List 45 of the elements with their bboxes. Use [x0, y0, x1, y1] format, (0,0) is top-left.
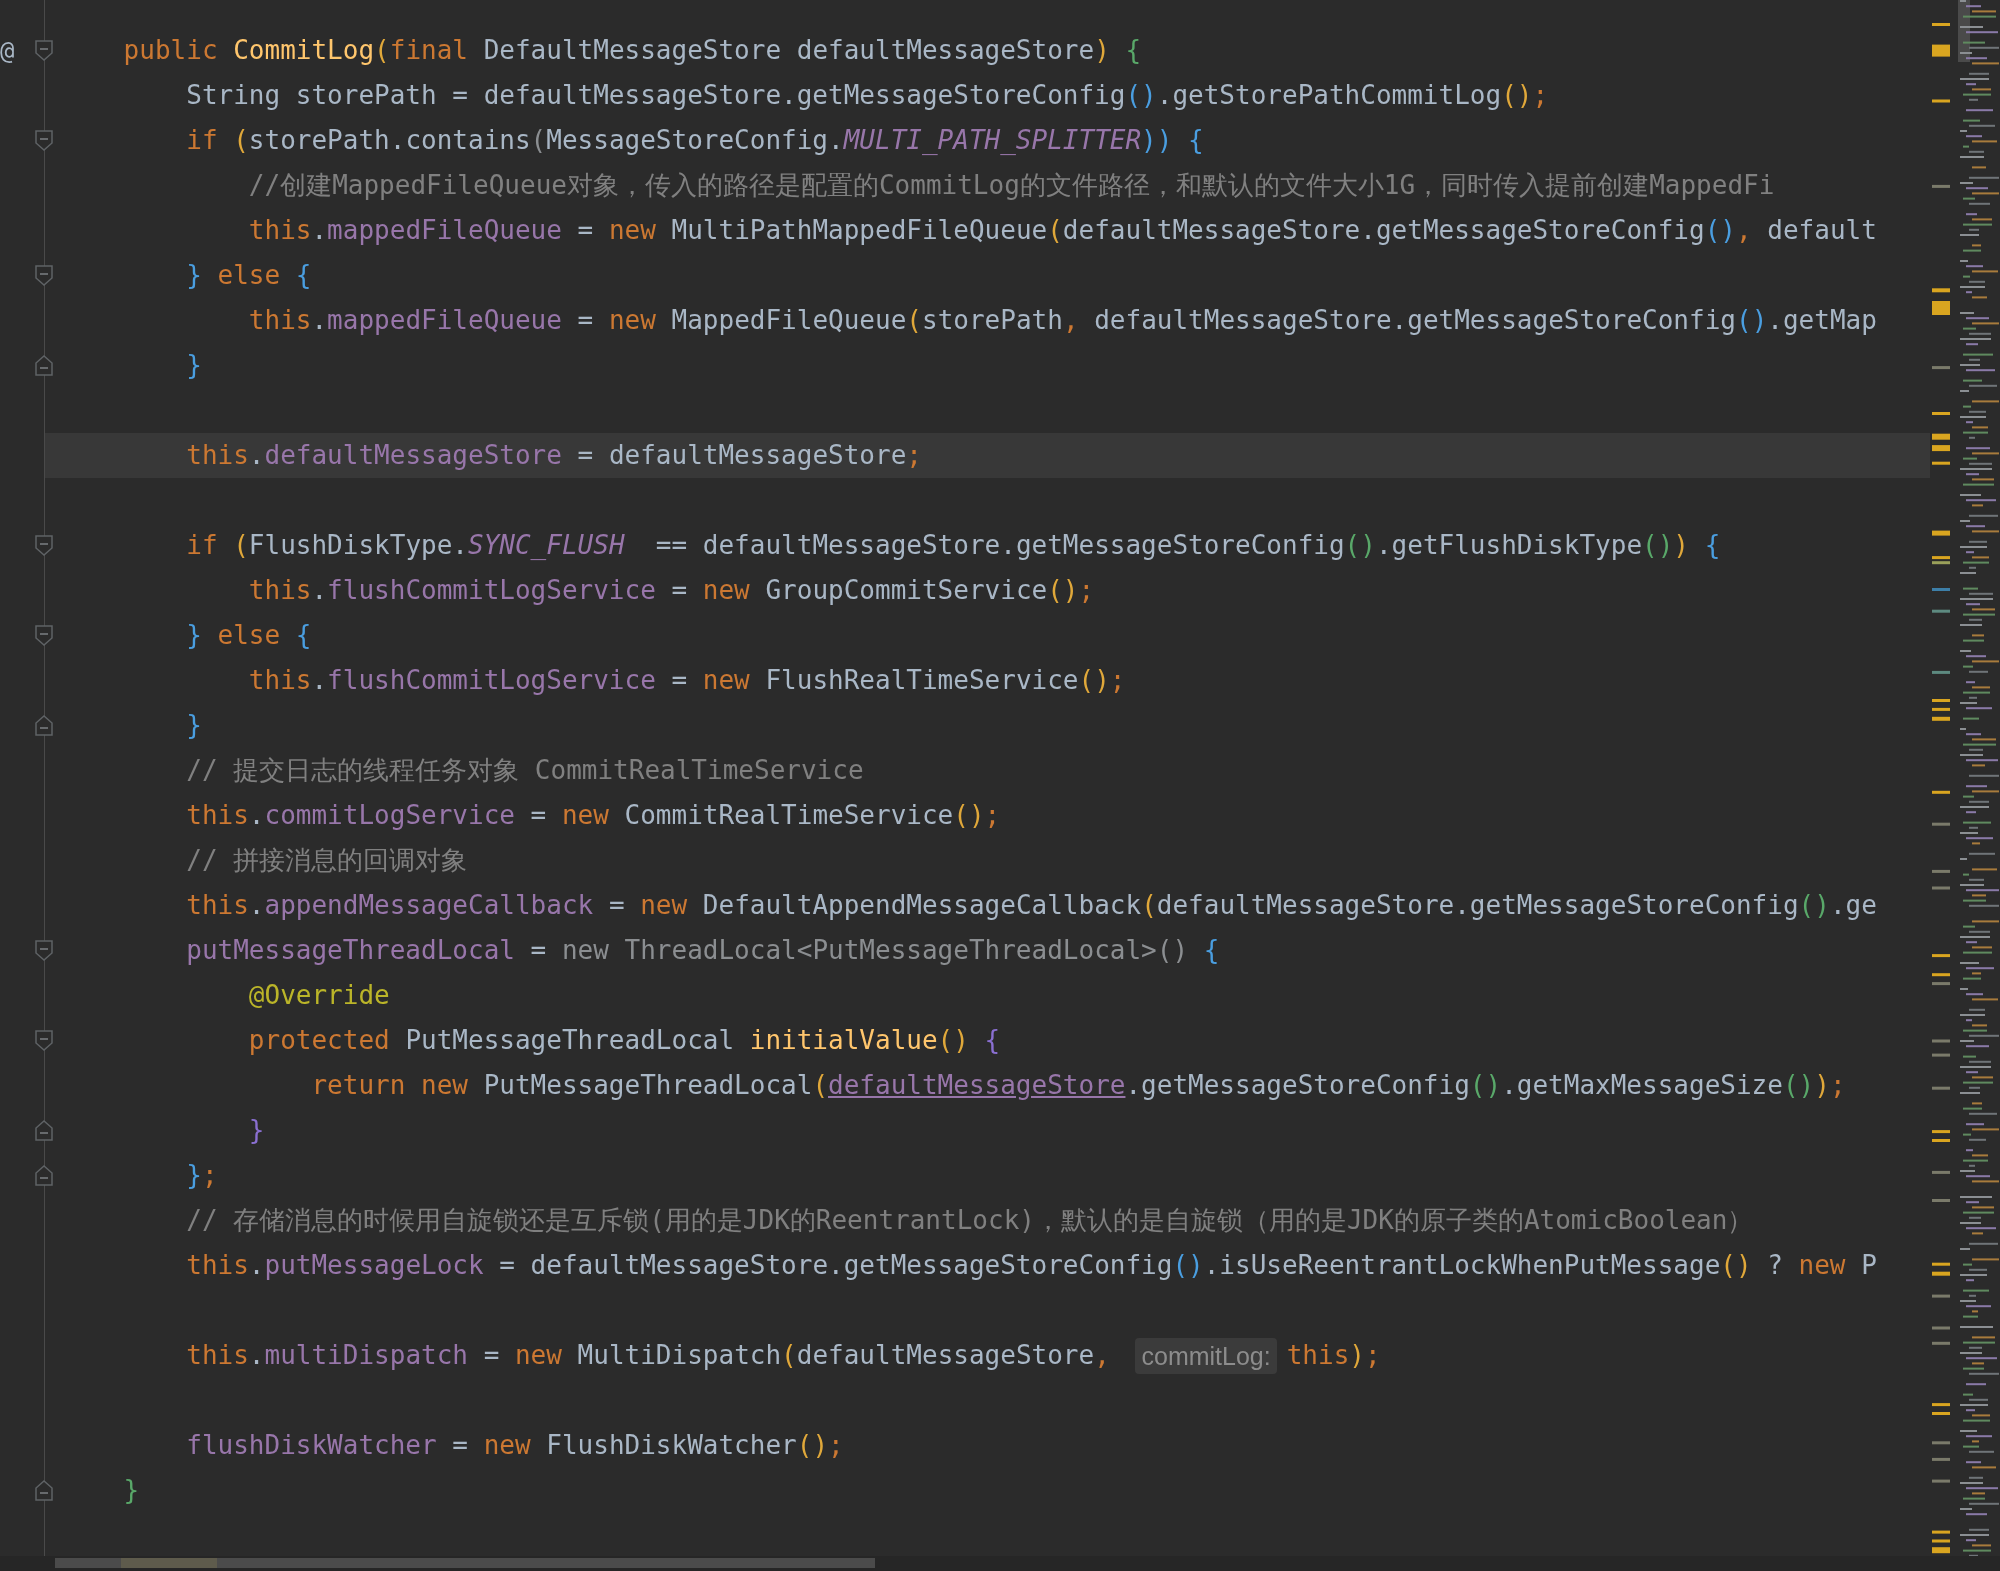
- code-text: this.mappedFileQueue = new MultiPathMappedFileQueue(defaultMessageStore.getMessageStoreConfig(), default: [247, 214, 1877, 247]
- code-text: String storePath = defaultMessageStore.getMessageStoreConfig().getStorePathCommitLog();: [185, 79, 1549, 112]
- code-text: //创建MappedFileQueue对象，传入的路径是配置的CommitLog的文件路径，和默认的文件大小1G，同时传入提前创建MappedFi: [247, 169, 1775, 202]
- code-text: } else {: [185, 259, 312, 292]
- code-text: if (FlushDiskType.SYNC_FLUSH == defaultMessageStore.getMessageStoreConfig().getFlushDiskType()) {: [185, 529, 1721, 562]
- code-text: this.putMessageLock = defaultMessageStore.getMessageStoreConfig().isUseReentrantLockWhenPutMessage() ? new P: [185, 1249, 1877, 1282]
- code-text: putMessageThreadLocal = new ThreadLocal<PutMessageThreadLocal>() {: [185, 934, 1220, 967]
- code-text: }: [122, 1474, 140, 1507]
- fold-collapse-icon[interactable]: [35, 940, 53, 961]
- fold-collapse-icon[interactable]: [35, 1030, 53, 1051]
- code-text: }: [185, 349, 202, 382]
- code-text: this.flushCommitLogService = new FlushRealTimeService();: [247, 664, 1126, 697]
- fold-collapse-icon[interactable]: [35, 40, 53, 61]
- fold-end-icon[interactable]: [35, 1480, 53, 1501]
- fold-collapse-icon[interactable]: [35, 535, 53, 556]
- code-text: // 提交日志的线程任务对象 CommitRealTimeService: [185, 754, 864, 787]
- fold-end-icon[interactable]: [35, 715, 53, 736]
- code-text: this.defaultMessageStore = defaultMessageStore;: [185, 439, 922, 472]
- code-text: @Override: [247, 979, 390, 1012]
- code-text: this.appendMessageCallback = new DefaultAppendMessageCallback(defaultMessageStore.getMessageStoreConfig().ge: [185, 889, 1877, 922]
- code-text: // 存储消息的时候用自旋锁还是互斥锁(用的是JDK的ReentrantLock)，默认的是自旋锁（用的是JDK的原子类的AtomicBoolean）: [185, 1204, 1754, 1237]
- code-text: } else {: [185, 619, 312, 652]
- code-text: this.multiDispatch = new MultiDispatch(defaultMessageStore,: [185, 1339, 1111, 1372]
- code-text: return new PutMessageThreadLocal(defaultMessageStore.getMessageStoreConfig().getMaxMessageSize());: [310, 1069, 1846, 1102]
- fold-end-icon[interactable]: [35, 355, 53, 376]
- code-text: if (storePath.contains(MessageStoreConfig.MULTI_PATH_SPLITTER)) {: [185, 124, 1204, 157]
- code-text: public CommitLog(final DefaultMessageStore defaultMessageStore) {: [122, 34, 1142, 67]
- fold-collapse-icon[interactable]: [35, 130, 53, 151]
- code-text: // 拼接消息的回调对象: [185, 844, 468, 877]
- fold-collapse-icon[interactable]: [35, 625, 53, 646]
- code-text: protected PutMessageThreadLocal initialValue() {: [247, 1024, 1001, 1057]
- code-text: this);: [1286, 1339, 1381, 1372]
- fold-end-icon[interactable]: [35, 1165, 53, 1186]
- code-text: }: [185, 709, 202, 742]
- code-text: flushDiskWatcher = new FlushDiskWatcher();: [185, 1429, 844, 1462]
- inlay-hint: commitLog:: [1135, 1337, 1277, 1374]
- scrollbar-thumb[interactable]: [121, 1558, 217, 1568]
- fold-collapse-icon[interactable]: [35, 265, 53, 286]
- code-text: };: [185, 1159, 218, 1192]
- code-text: this.mappedFileQueue = new MappedFileQueue(storePath, defaultMessageStore.getMessageStoreConfig().getMap: [247, 304, 1877, 337]
- code-text: }: [247, 1114, 265, 1147]
- code-text: this.flushCommitLogService = new GroupCommitService();: [247, 574, 1095, 607]
- fold-end-icon[interactable]: [35, 1120, 53, 1141]
- gutter-marker[interactable]: @: [0, 32, 15, 69]
- code-text: this.commitLogService = new CommitRealTimeService();: [185, 799, 1001, 832]
